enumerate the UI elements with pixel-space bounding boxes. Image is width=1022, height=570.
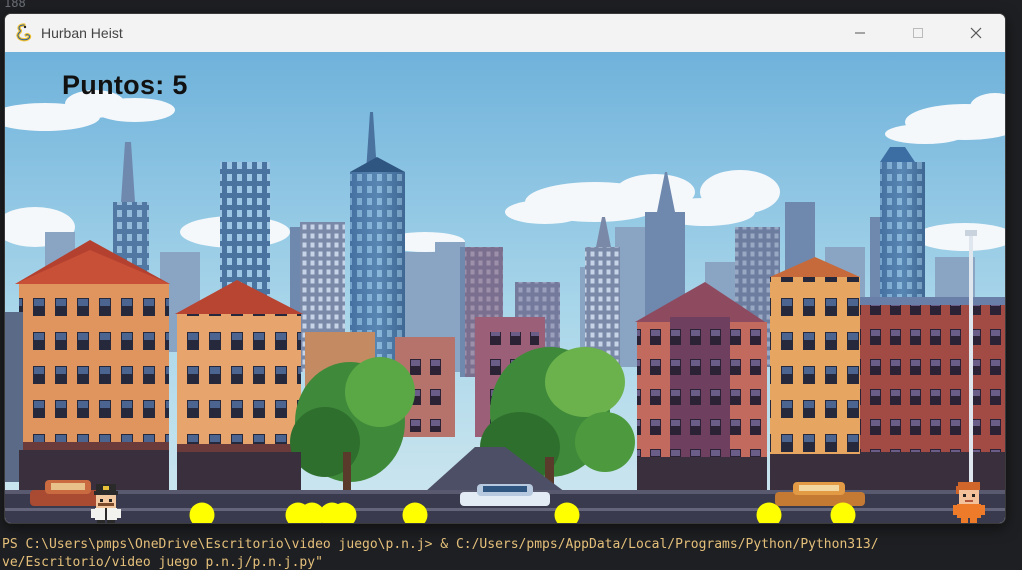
minimize-icon <box>855 32 865 34</box>
title-bar[interactable]: Hurban Heist <box>5 14 1005 52</box>
coin <box>830 502 856 523</box>
window-controls <box>831 14 1005 52</box>
game-canvas[interactable]: Puntos: 5 <box>5 52 1005 523</box>
maximize-button[interactable] <box>889 14 947 52</box>
terminal-line-2: ve/Escritorio/video juego p.n.j/p.n.j.py… <box>2 555 323 570</box>
terminal-line-1: PS C:\Users\pmps\OneDrive\Escritorio\vid… <box>2 537 879 552</box>
coin <box>554 502 580 523</box>
maximize-icon <box>913 28 923 38</box>
coin <box>402 502 428 523</box>
coin <box>756 502 782 523</box>
orange-thief-sprite <box>953 482 985 523</box>
window-title: Hurban Heist <box>41 25 123 41</box>
coin <box>189 502 215 523</box>
minimize-button[interactable] <box>831 14 889 52</box>
coins-layer <box>189 502 856 523</box>
close-button[interactable] <box>947 14 1005 52</box>
score-label: Puntos: 5 <box>62 70 188 100</box>
pygame-snake-icon <box>16 23 32 42</box>
game-window: Hurban Heist Puntos: 5 <box>4 13 1006 524</box>
police-officer-sprite <box>91 484 121 523</box>
editor-line-number: 188 <box>4 0 26 10</box>
close-icon <box>970 27 982 39</box>
